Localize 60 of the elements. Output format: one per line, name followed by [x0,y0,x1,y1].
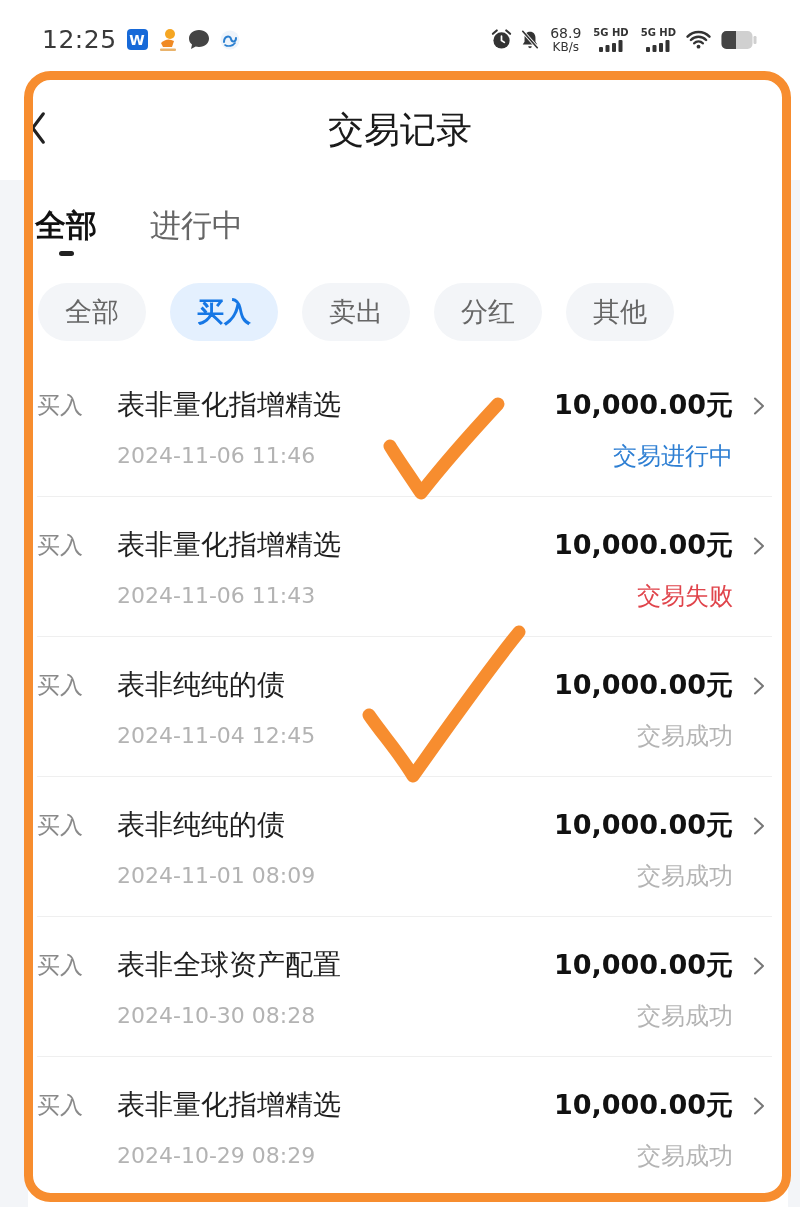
fund-name: 表非量化指增精选 [117,387,341,423]
swirl-icon [219,29,240,50]
chat-icon [187,29,210,50]
bell-off-icon [520,29,541,50]
chevron-right-icon[interactable] [752,957,766,975]
chevron-right-icon[interactable] [752,397,766,415]
figure-icon [157,27,178,52]
transaction-status: 交易成功 [637,721,733,751]
chevron-right-icon[interactable] [752,537,766,555]
fund-name: 表非量化指增精选 [117,527,341,563]
filter-chip[interactable]: 买入 [170,283,278,341]
transaction-amount: 10,000.00元 [553,668,733,702]
tab[interactable]: 进行中 [150,205,243,256]
network-speed: 68.9 [550,26,582,40]
transaction-time: 2024-11-04 12:45 [117,722,316,750]
network-type: 5G HD [593,27,629,38]
page-title: 交易记录 [328,107,472,152]
tab[interactable]: 全部 [35,205,97,256]
back-icon[interactable] [30,110,46,145]
signal-icon [599,39,623,52]
transaction-type: 买入 [37,391,84,420]
filter-chip[interactable]: 分红 [434,283,542,341]
filter-chip[interactable]: 卖出 [302,283,410,341]
transaction-status: 交易失败 [637,581,733,611]
transaction-status: 交易成功 [637,861,733,891]
transaction-amount: 10,000.00元 [553,528,733,562]
transaction-status: 交易成功 [637,1001,733,1031]
speed-unit: KB/s [552,41,579,53]
battery-icon [721,29,757,50]
transaction-type: 买入 [37,671,84,700]
transaction-time: 2024-11-06 11:43 [117,582,316,610]
transaction-amount: 10,000.00元 [553,1088,733,1122]
transaction-type: 买入 [37,811,84,840]
network-type: 5G HD [640,27,676,38]
transaction-type: 买入 [37,531,84,560]
chevron-right-icon[interactable] [752,817,766,835]
transaction-time: 2024-11-06 11:46 [117,442,316,470]
transaction-type: 买入 [37,951,84,980]
transaction-amount: 10,000.00元 [553,948,733,982]
wifi-icon [686,30,711,49]
alarm-clock-icon [491,29,513,50]
filter-chip[interactable]: 全部 [38,283,146,341]
fund-name: 表非全球资产配置 [117,947,341,983]
clock-time: 12:25 [42,27,117,52]
fund-name: 表非纯纯的债 [117,667,285,703]
fund-name: 表非纯纯的债 [117,807,285,843]
fund-name: 表非量化指增精选 [117,1087,341,1123]
transaction-status: 交易成功 [637,1141,733,1171]
transaction-time: 2024-10-30 08:28 [117,1002,316,1030]
transaction-amount: 10,000.00元 [553,808,733,842]
transaction-status: 交易进行中 [613,441,733,471]
filter-chip[interactable]: 其他 [566,283,674,341]
transaction-type: 买入 [37,1091,84,1120]
signal-icon [646,39,671,52]
chevron-right-icon[interactable] [752,677,766,695]
transaction-time: 2024-11-01 08:09 [117,862,316,890]
app-icon: W [126,29,148,50]
transaction-amount: 10,000.00元 [553,388,733,422]
chevron-right-icon[interactable] [752,1097,766,1115]
transaction-time: 2024-10-29 08:29 [117,1142,316,1170]
